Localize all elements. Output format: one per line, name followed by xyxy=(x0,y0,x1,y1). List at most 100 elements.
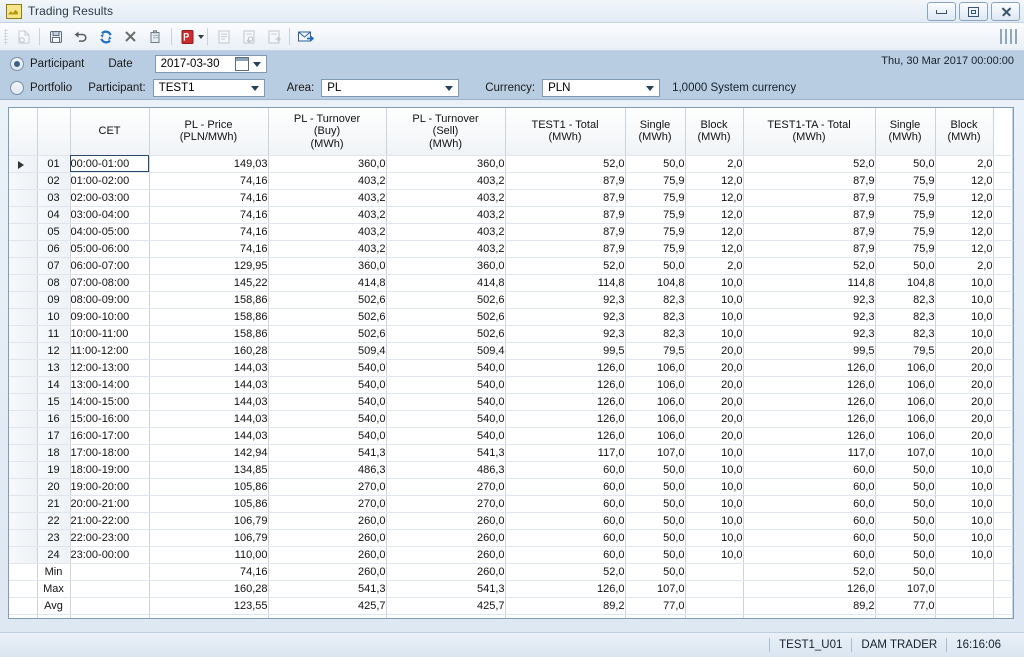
cell-buy[interactable]: 403,2 xyxy=(268,223,387,241)
cell-price[interactable]: 144,03 xyxy=(149,376,269,394)
cell-price[interactable]: 105,86 xyxy=(149,495,269,513)
cell-cet[interactable]: 06:00-07:00 xyxy=(70,257,150,275)
area-dropdown-caret-icon[interactable] xyxy=(445,85,454,91)
row-indicator[interactable] xyxy=(9,562,38,581)
cell-t1-total[interactable]: 126,0 xyxy=(504,376,626,394)
header-test1-total[interactable]: TEST1 - Total (MWh) xyxy=(504,108,626,156)
header-cet[interactable]: CET xyxy=(70,108,150,156)
table-row[interactable]: 09 08:00-09:00 158,86 502,6 502,6 92,3 82,3 10,… xyxy=(9,291,1013,309)
cell-t1-block[interactable]: 10,0 xyxy=(685,512,744,530)
cell-t1-single[interactable]: 50,0 xyxy=(625,562,686,581)
cell-sell[interactable]: 403,2 xyxy=(386,172,506,190)
cell-buy[interactable]: 486,3 xyxy=(268,461,387,479)
cell-ta-block[interactable] xyxy=(935,562,994,581)
cell-cet[interactable]: 13:00-14:00 xyxy=(70,376,150,394)
row-indicator[interactable] xyxy=(9,529,38,547)
results-grid[interactable]: CET PL - Price (PLN/MWh) PL - Turnover (… xyxy=(8,107,1014,619)
cell-sell[interactable]: 403,2 xyxy=(386,240,506,258)
cell-price[interactable]: 106,79 xyxy=(149,512,269,530)
cell-ta-total[interactable]: 126,0 xyxy=(742,580,876,598)
cell-t1-block[interactable]: 12,0 xyxy=(685,189,744,207)
cell-buy[interactable]: 502,6 xyxy=(268,325,387,343)
cell-ta-total[interactable]: 126,0 xyxy=(742,427,876,445)
cell-cet[interactable]: 02:00-03:00 xyxy=(70,189,150,207)
cell-ta-block[interactable]: 10,0 xyxy=(935,291,994,309)
cell-t1-total[interactable]: 117,0 xyxy=(504,444,626,462)
participant-radio-circle[interactable] xyxy=(10,57,24,71)
cell-price[interactable]: 149,03 xyxy=(149,155,269,173)
cell-t1-block[interactable]: 10,0 xyxy=(685,546,744,564)
cell-ta-block[interactable]: 12,0 xyxy=(935,189,994,207)
cell-t1-block[interactable]: 20,0 xyxy=(685,342,744,360)
cell-t1-block[interactable]: 2,0 xyxy=(685,257,744,275)
row-indicator[interactable] xyxy=(9,444,38,462)
cell-t1-block[interactable]: 10,0 xyxy=(685,444,744,462)
cell-t1-single[interactable]: 75,9 xyxy=(625,206,686,224)
cell-t1-block[interactable]: 20,0 xyxy=(685,376,744,394)
cell-price[interactable]: 105,86 xyxy=(149,478,269,496)
cell-t1-total[interactable]: 99,5 xyxy=(504,342,626,360)
cell-ta-total[interactable]: 60,0 xyxy=(742,512,876,530)
cell-cet[interactable]: 07:00-08:00 xyxy=(70,274,150,292)
cell-ta-block[interactable]: 20,0 xyxy=(935,410,994,428)
cell-buy[interactable]: 540,0 xyxy=(268,410,387,428)
date-dropdown-caret-icon[interactable] xyxy=(252,61,261,67)
table-row[interactable]: 14 13:00-14:00 144,03 540,0 540,0 126,0 106,0 2… xyxy=(9,376,1013,394)
table-row[interactable]: 01 00:00-01:00 149,03 360,0 360,0 52,0 50,0 2,0… xyxy=(9,155,1013,173)
cell-ta-block[interactable]: 10,0 xyxy=(935,478,994,496)
cell-sell[interactable]: 270,0 xyxy=(386,495,506,513)
cell-cet[interactable]: 21:00-22:00 xyxy=(70,512,150,530)
portfolio-radio-circle[interactable] xyxy=(10,81,24,95)
cell-t1-block[interactable]: 20,0 xyxy=(685,359,744,377)
cell-price[interactable]: 144,03 xyxy=(149,427,269,445)
cell-ta-single[interactable]: 75,9 xyxy=(875,189,936,207)
cell-cet[interactable] xyxy=(70,562,150,581)
cell-ta-block[interactable]: 10,0 xyxy=(935,274,994,292)
header-test1ta-single[interactable]: Single (MWh) xyxy=(875,108,936,156)
cell-t1-single[interactable]: 50,0 xyxy=(625,461,686,479)
cell-ta-single[interactable]: 50,0 xyxy=(875,478,936,496)
cell-price[interactable]: 110,00 xyxy=(149,546,269,564)
cell-sell[interactable]: 502,6 xyxy=(386,325,506,343)
cell-ta-block[interactable]: 20,0 xyxy=(935,342,994,360)
cell-t1-total[interactable]: 60,0 xyxy=(504,546,626,564)
table-row[interactable]: Avg 123,55 425,7 425,7 89,2 77,0 89,2 77,0 xyxy=(9,597,1013,615)
row-indicator[interactable] xyxy=(9,223,38,241)
cell-ta-total[interactable]: 60,0 xyxy=(742,546,876,564)
row-indicator[interactable] xyxy=(9,546,38,564)
cell-buy[interactable]: 541,3 xyxy=(268,580,387,598)
cell-ta-block[interactable]: 12,0 xyxy=(935,172,994,190)
cell-cet[interactable]: 10:00-11:00 xyxy=(70,325,150,343)
cell-sell[interactable]: 403,2 xyxy=(386,206,506,224)
row-indicator[interactable] xyxy=(9,478,38,496)
cell-buy[interactable]: 540,0 xyxy=(268,393,387,411)
cell-sell[interactable]: 360,0 xyxy=(386,155,506,173)
cell-price[interactable]: 145,22 xyxy=(149,274,269,292)
row-indicator[interactable] xyxy=(9,427,38,445)
table-row[interactable]: 12 11:00-12:00 160,28 509,4 509,4 99,5 79,5 20,… xyxy=(9,342,1013,360)
cell-ta-total[interactable]: 87,9 xyxy=(742,223,876,241)
cell-price[interactable]: 144,03 xyxy=(149,359,269,377)
cell-price[interactable]: 158,86 xyxy=(149,291,269,309)
cell-ta-block[interactable]: 10,0 xyxy=(935,546,994,564)
cell-sell[interactable]: 502,6 xyxy=(386,308,506,326)
cell-ta-single[interactable]: 106,0 xyxy=(875,410,936,428)
cell-ta-single[interactable]: 104,8 xyxy=(875,274,936,292)
cell-cet[interactable]: 22:00-23:00 xyxy=(70,529,150,547)
cell-ta-block[interactable]: 10,0 xyxy=(935,461,994,479)
cell-buy[interactable]: 360,0 xyxy=(268,155,387,173)
cell-t1-single[interactable]: 79,5 xyxy=(625,342,686,360)
row-indicator[interactable] xyxy=(9,393,38,411)
cell-sell[interactable]: 540,0 xyxy=(386,393,506,411)
cell-ta-single[interactable]: 50,0 xyxy=(875,546,936,564)
cell-price[interactable]: 74,16 xyxy=(149,223,269,241)
area-select[interactable]: PL xyxy=(321,79,460,97)
cell-buy[interactable]: 260,0 xyxy=(268,512,387,530)
cell-ta-single[interactable]: 77,0 xyxy=(875,597,936,615)
cell-ta-total[interactable]: 117,0 xyxy=(742,444,876,462)
cell-t1-single[interactable]: 106,0 xyxy=(625,427,686,445)
cell-ta-total[interactable]: 126,0 xyxy=(742,393,876,411)
cell-t1-total[interactable]: 126,0 xyxy=(504,427,626,445)
date-input[interactable]: 2017-03-30 xyxy=(154,55,267,73)
cell-sell[interactable]: 403,2 xyxy=(386,189,506,207)
